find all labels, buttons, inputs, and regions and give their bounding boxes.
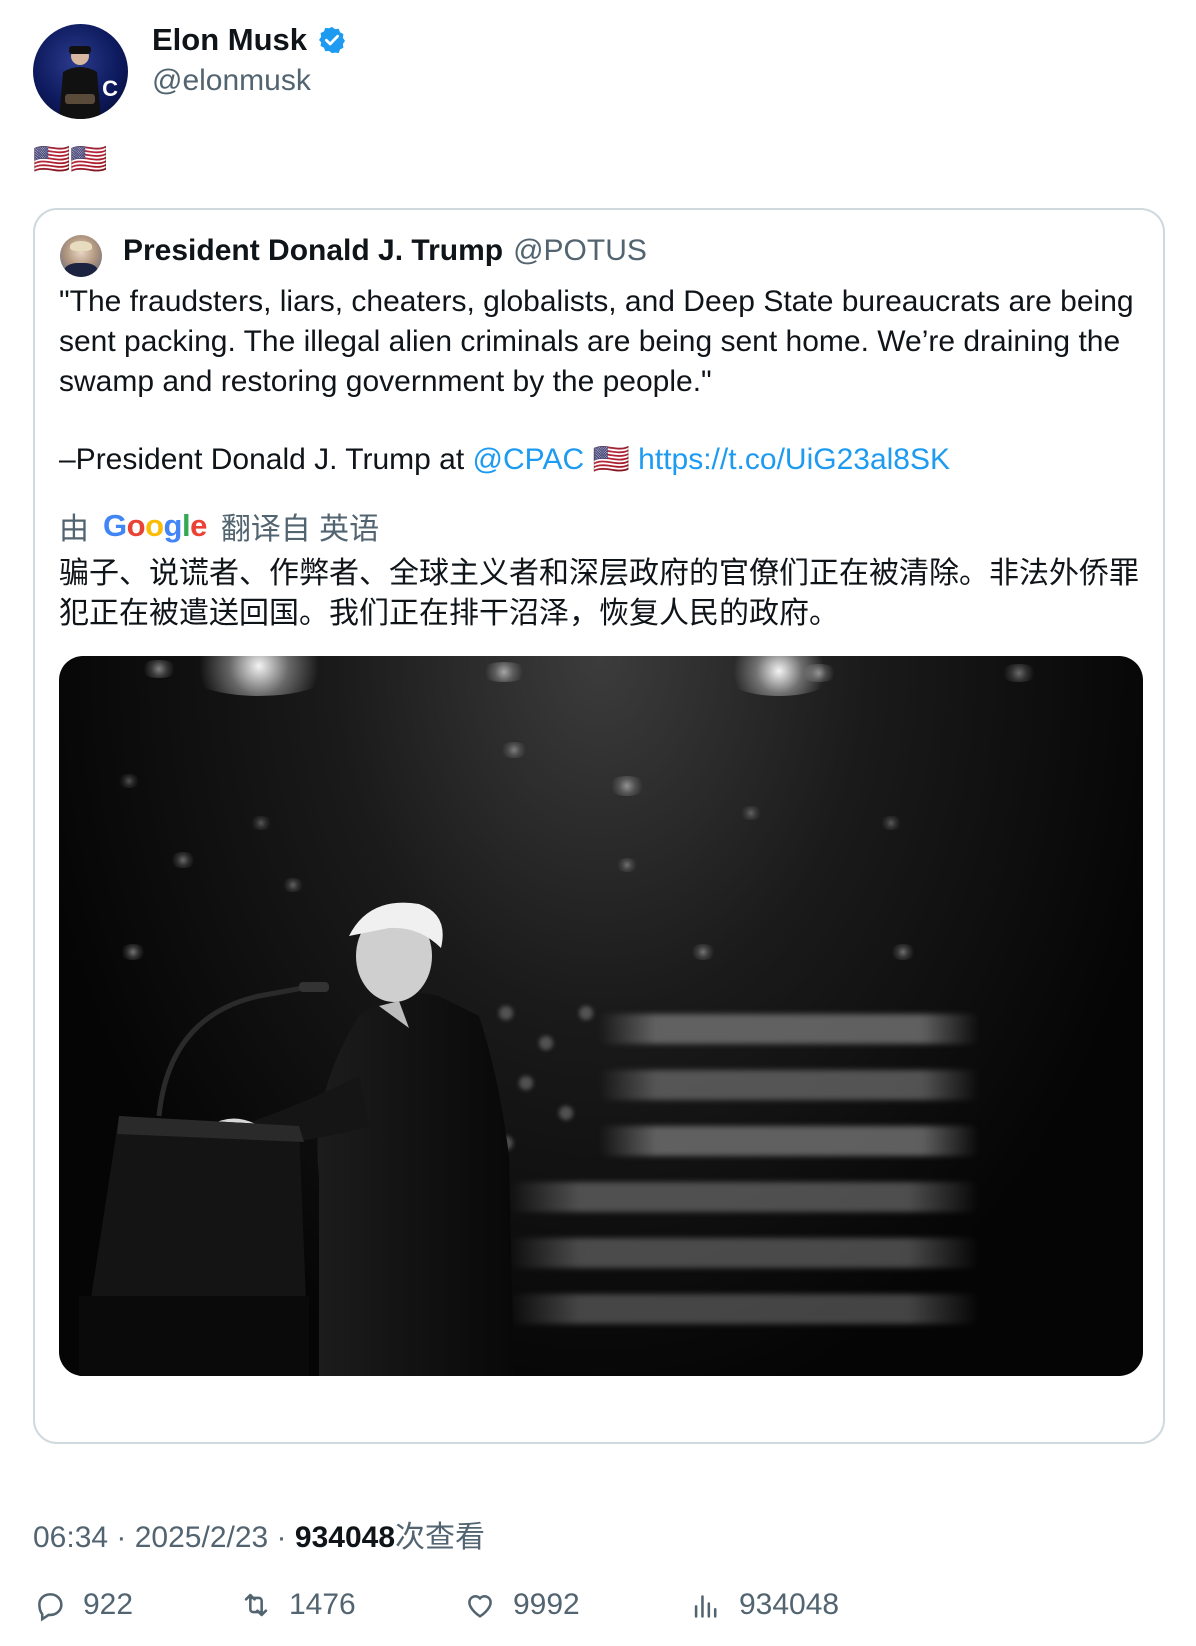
translation-attribution: 由 Google 翻译自 英语 <box>59 504 379 548</box>
like-button[interactable]: 9992 <box>463 1588 580 1622</box>
translate-from-label: 翻译自 英语 <box>220 513 380 546</box>
author-avatar[interactable]: C <box>33 24 128 119</box>
author-name[interactable]: Elon Musk <box>152 22 347 58</box>
signature-text: –President Donald J. Trump at <box>59 443 473 476</box>
analytics-bar-icon <box>694 1595 717 1618</box>
speaker-silhouette <box>79 902 514 1376</box>
views-button[interactable]: 934048 <box>689 1588 839 1622</box>
quoted-tweet-card[interactable]: President Donald J. Trump @POTUS "The fr… <box>33 208 1165 1444</box>
avatar-figure <box>59 46 101 119</box>
tco-link[interactable]: https://t.co/UiG23al8SK <box>638 443 950 476</box>
tweet-date[interactable]: 2025/2/23 <box>135 1521 268 1554</box>
avatar-logo-mark: C <box>102 76 118 101</box>
quoted-author-avatar <box>60 235 102 277</box>
reply-count: 922 <box>83 1588 134 1621</box>
retweet-button[interactable]: 1476 <box>239 1588 356 1622</box>
like-count: 9992 <box>513 1588 580 1621</box>
verified-badge-icon <box>319 26 346 54</box>
google-logo[interactable]: Google <box>103 508 207 544</box>
heart-icon <box>468 1595 492 1618</box>
tweet-text: 🇺🇸🇺🇸 <box>33 143 108 176</box>
quoted-tweet-text: "The fraudsters, liars, cheaters, global… <box>59 285 1134 398</box>
reply-button[interactable]: 922 <box>33 1588 133 1622</box>
author-handle[interactable]: @elonmusk <box>152 64 311 98</box>
quoted-tweet-signature: –President Donald J. Trump at @CPAC 🇺🇸 h… <box>59 442 950 477</box>
tweet-actions: 922 1476 9992 934048 <box>33 1588 1133 1628</box>
quoted-author-name: President Donald J. Trump <box>123 234 504 267</box>
translated-text: 骗子、说谎者、作弊者、全球主义者和深层政府的官僚们正在被清除。非法外侨罪犯正在被… <box>59 557 1139 630</box>
quoted-tweet-header: President Donald J. Trump @POTUS <box>123 234 647 268</box>
tweet-time[interactable]: 06:34 <box>33 1521 108 1554</box>
view-count: 934048 <box>294 1521 395 1554</box>
quoted-tweet-photo[interactable] <box>59 656 1143 1376</box>
flag-emoji: 🇺🇸 <box>592 443 630 476</box>
views-action-count: 934048 <box>739 1588 840 1621</box>
retweet-icon <box>244 1593 268 1617</box>
cpac-mention-link[interactable]: @CPAC <box>473 443 585 476</box>
translate-by-label: 由 <box>59 513 89 546</box>
tweet-meta: 06:34 · 2025/2/23 · 934048次查看 <box>33 1521 485 1554</box>
quoted-author-handle: @POTUS <box>513 234 647 267</box>
retweet-count: 1476 <box>289 1588 356 1621</box>
views-label: 次查看 <box>395 1521 485 1554</box>
tweet: C Elon Musk @elonmusk 🇺🇸🇺🇸 President Don… <box>0 0 1196 1646</box>
author-name-text[interactable]: Elon Musk <box>152 22 307 58</box>
reply-icon <box>38 1593 63 1622</box>
quoted-tweet-body: "The fraudsters, liars, cheaters, global… <box>59 282 1149 402</box>
